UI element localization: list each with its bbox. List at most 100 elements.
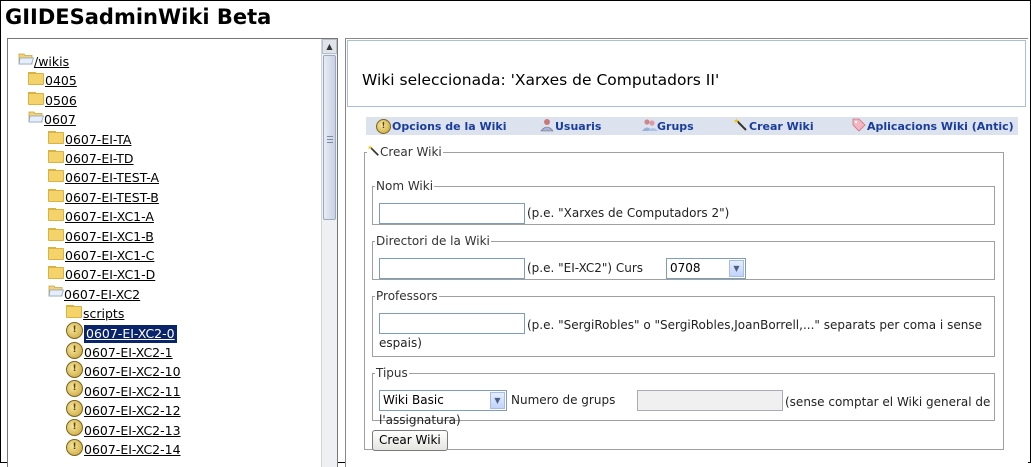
tree-node-label: 0607-EI-TEST-B xyxy=(65,189,159,205)
tree-node[interactable]: 0607-EI-TEST-B xyxy=(48,188,159,207)
tree-node-label: 0607-EI-XC2-10 xyxy=(84,364,181,380)
curs-select[interactable]: 0708 ▼ xyxy=(666,258,746,279)
scroll-up-button[interactable]: ▲ xyxy=(322,39,337,54)
tree-node[interactable]: 0607-EI-TD xyxy=(48,150,134,168)
nom-wiki-input[interactable] xyxy=(379,203,525,224)
tipus-hint: (sense comptar el Wiki general de l'assi… xyxy=(379,395,991,427)
open-folder-icon xyxy=(28,110,45,125)
tree-node-label: 0607 xyxy=(44,112,76,128)
tree-node[interactable]: ! 0607-EI-XC2-12 xyxy=(66,399,181,420)
directori-legend: Directori de la Wiki xyxy=(376,234,490,248)
tree-panel: /wikis 0405 0506 0607 0607-EI-TA 0607-EI-TD 06… xyxy=(7,38,338,467)
tag-icon xyxy=(852,118,866,132)
tab-usuaris[interactable]: Usuaris xyxy=(540,117,601,135)
crear-wiki-button[interactable]: Crear Wiki xyxy=(372,430,448,451)
wiki-icon: ! xyxy=(66,341,83,359)
folder-icon xyxy=(28,91,44,105)
tree-node[interactable]: ! 0607-EI-XC2-1 xyxy=(66,341,173,362)
tree-node-label: 0607-EI-XC1-A xyxy=(65,209,154,225)
tree-node-label: scripts xyxy=(83,306,125,322)
tab-crear-wiki[interactable]: Crear Wiki xyxy=(734,117,814,135)
tree-node-label: 0607-EI-TA xyxy=(65,131,132,147)
nom-wiki-fieldset: Nom Wiki (p.e. "Xarxes de Computadors 2"… xyxy=(372,179,995,225)
tree-node-label: 0607-EI-XC2-14 xyxy=(84,442,181,457)
tab-opcions[interactable]: ! Opcions de la Wiki xyxy=(376,117,506,135)
tree-node-label: /wikis xyxy=(34,54,70,69)
folder-icon xyxy=(48,188,64,202)
tree-node[interactable]: 0607-EI-TEST-A xyxy=(48,169,159,187)
tree-node[interactable]: 0607-EI-XC1-B xyxy=(48,227,154,246)
wand-icon xyxy=(734,118,748,132)
tree-node[interactable]: 0405 xyxy=(28,72,77,90)
folder-icon xyxy=(48,266,64,280)
app-window: GIIDESadminWiki Beta /wikis 0405 0506 0607 0… xyxy=(0,0,1031,467)
folder-icon xyxy=(48,247,64,260)
tree-node[interactable]: 0607-EI-TA xyxy=(48,130,132,149)
tree-node-label: 0405 xyxy=(45,73,77,89)
tree-node-label: 0506 xyxy=(45,92,77,108)
tree-node[interactable]: ! 0607-EI-XC2-14 xyxy=(66,438,181,459)
wiki-tree: /wikis 0405 0506 0607 0607-EI-TA 0607-EI-TD 06… xyxy=(8,39,320,467)
main-panel: Wiki seleccionada: 'Xarxes de Computador… xyxy=(345,38,1028,467)
tree-node-label: 0607-EI-TEST-A xyxy=(65,170,160,186)
tab-bar: ! Opcions de la Wiki Usuaris Grups Crear… xyxy=(366,117,1018,135)
nom-wiki-hint: (p.e. "Xarxes de Computadors 2") xyxy=(527,206,730,220)
tree-node-label: 0607-EI-XC1-C xyxy=(65,248,155,263)
chevron-down-icon[interactable]: ▼ xyxy=(729,260,744,277)
folder-icon xyxy=(48,130,64,144)
professors-hint: (p.e. "SergiRobles" o "SergiRobles,JoanB… xyxy=(379,318,982,350)
tree-node-label: 0607-EI-XC1-B xyxy=(65,228,154,244)
tipus-fieldset: Tipus Wiki Basic ▼ Numero de grups (sens… xyxy=(372,366,995,427)
tree-node-label: 0607-EI-TD xyxy=(65,151,134,166)
tree-node[interactable]: ! 0607-EI-XC2-11 xyxy=(66,380,181,401)
tree-node[interactable]: ! 0607-EI-XC2-13 xyxy=(66,419,181,440)
directori-input[interactable] xyxy=(379,258,525,279)
selected-wiki-title: Wiki seleccionada: 'Xarxes de Computador… xyxy=(362,71,720,89)
directori-hint: (p.e. "EI-XC2") Curs xyxy=(527,261,644,275)
professors-fieldset: Professors (p.e. "SergiRobles" o "SergiR… xyxy=(372,289,995,357)
tree-node[interactable]: ! 0607-EI-XC2-10 xyxy=(66,360,181,381)
folder-icon xyxy=(48,169,64,183)
open-folder-icon xyxy=(48,284,65,299)
folder-icon xyxy=(48,150,64,163)
wiki-icon: ! xyxy=(66,399,83,417)
tree-node-label: 0607-EI-XC1-D xyxy=(65,267,156,283)
wiki-icon: ! xyxy=(66,322,83,340)
tree-scrollbar[interactable]: ▲ xyxy=(321,39,337,467)
folder-icon xyxy=(48,227,64,241)
tree-node[interactable]: /wikis xyxy=(18,53,69,71)
tree-node-label: 0607-EI-XC2 xyxy=(64,286,141,302)
tree-node-label: 0607-EI-XC2-13 xyxy=(84,422,181,438)
crear-wiki-fieldset: Crear Wiki Nom Wiki (p.e. "Xarxes de Com… xyxy=(364,145,1004,451)
groups-icon xyxy=(642,118,658,132)
tree-node[interactable]: ! 0607-EI-XC2-0 xyxy=(66,322,177,343)
wiki-icon: ! xyxy=(66,380,83,398)
scroll-thumb[interactable] xyxy=(323,55,336,220)
folder-icon xyxy=(28,72,44,86)
folder-icon xyxy=(66,305,82,319)
tree-node-label: 0607-EI-XC2-0 xyxy=(84,324,177,343)
tree-node[interactable]: 0607-EI-XC2 xyxy=(48,284,141,304)
wiki-icon: ! xyxy=(66,360,83,378)
tree-node-label: 0607-EI-XC2-12 xyxy=(84,403,181,419)
wand-icon xyxy=(368,145,380,159)
professors-legend: Professors xyxy=(376,289,438,303)
tree-node-label: 0607-EI-XC2-11 xyxy=(84,383,181,399)
directori-fieldset: Directori de la Wiki (p.e. "EI-XC2") Cur… xyxy=(372,234,995,280)
tree-node[interactable]: 0607-EI-XC1-A xyxy=(48,208,154,226)
tree-node[interactable]: scripts xyxy=(66,305,124,323)
tab-grups[interactable]: Grups xyxy=(642,117,694,135)
tree-node[interactable]: 0506 xyxy=(28,91,77,110)
tree-node[interactable]: 0607-EI-XC1-D xyxy=(48,266,155,284)
wiki-icon: ! xyxy=(376,118,391,134)
wiki-icon: ! xyxy=(66,438,83,456)
wiki-header: Wiki seleccionada: 'Xarxes de Computador… xyxy=(347,40,1026,107)
users-icon xyxy=(540,118,554,132)
tree-node[interactable]: 0607 xyxy=(28,111,76,129)
tree-node-label: 0607-EI-XC2-1 xyxy=(84,345,173,360)
open-folder-icon xyxy=(18,52,35,67)
tree-node[interactable]: 0607-EI-XC1-C xyxy=(48,247,154,265)
nom-wiki-legend: Nom Wiki xyxy=(376,179,434,193)
tab-aplicacions[interactable]: Aplicacions Wiki (Antic) xyxy=(852,117,1014,135)
app-title: GIIDESadminWiki Beta xyxy=(5,5,272,29)
